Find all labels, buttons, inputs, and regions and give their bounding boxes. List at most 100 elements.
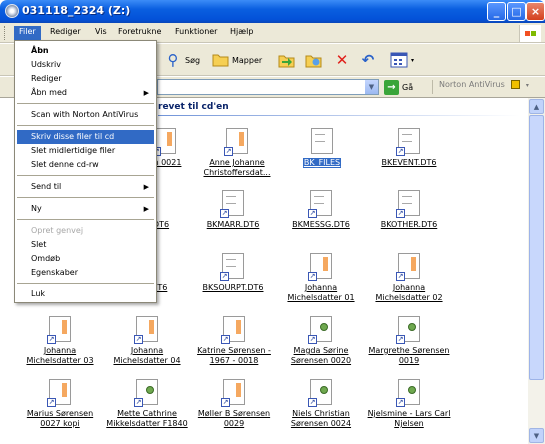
file-item[interactable]: ↗ Johanna Michelsdatter 04 [104,316,190,366]
file-item[interactable]: ↗ Niels Christian Sørensen 0024 [278,379,364,429]
file-item[interactable]: ↗ Katrine Sørensen - 1967 - 0018 [191,316,277,366]
menu-item-write-to-cd[interactable]: Skriv disse filer til cd [17,130,154,144]
file-label: Anne Johanne Christoffersdat... [203,158,271,177]
file-item[interactable]: ↗ Njelsmine - Lars Carl Njelsen [366,379,452,429]
menu-item-edit[interactable]: Rediger [17,72,154,86]
program-shortcut-icon: ↗ [308,379,332,407]
file-item[interactable]: ↗ BKEVENT.DT6 [366,128,452,168]
folder-icon [211,51,229,69]
move-to-button[interactable] [278,49,296,71]
menu-item-rename[interactable]: Omdøb [17,252,154,266]
menu-funktioner[interactable]: Funktioner [170,26,222,40]
menu-separator [17,175,154,176]
norton-dropdown-arrow-icon[interactable]: ▾ [526,82,529,89]
menu-separator [17,125,154,126]
document-shortcut-icon: ↗ [396,253,420,281]
section-divider [158,115,520,116]
scroll-down-arrow-icon[interactable]: ▼ [529,428,544,443]
menu-item-label: Luk [31,289,46,298]
menu-item-label: Send til [31,182,62,191]
file-item[interactable]: ↗ Margrethe Sørensen 0019 [366,316,452,366]
document-shortcut-icon: ↗ [221,379,245,407]
file-label: Katrine Sørensen - 1967 - 0018 [197,346,271,365]
search-button[interactable]: ⚲ Søg [164,49,201,71]
scroll-up-arrow-icon[interactable]: ▲ [529,99,544,114]
file-label: BKEVENT.DT6 [381,158,437,167]
norton-antivirus-toolbar[interactable]: Norton AntiVirus ▾ [432,80,529,94]
menubar-grip[interactable] [4,26,7,40]
undo-button[interactable]: ↶ [359,49,377,71]
file-label: Johanna Michelsdatter 03 [26,346,94,365]
menu-rediger[interactable]: Rediger [45,26,86,40]
file-item[interactable]: ↗ Anne Johanne Christoffersdat... [194,128,280,178]
cd-drive-icon[interactable] [5,4,19,18]
file-item[interactable]: ↗ BKOTHER.DT6 [366,190,452,230]
document-shortcut-icon: ↗ [396,190,420,218]
menu-foretrukne[interactable]: Foretrukne [113,26,166,40]
file-item[interactable]: ↗ Johanna Michelsdatter 03 [17,316,103,366]
document-shortcut-icon: ↗ [308,190,332,218]
menu-vis[interactable]: Vis [90,26,112,40]
menu-filer[interactable]: Filer [14,26,41,40]
address-dropdown-icon[interactable]: ▼ [364,80,378,94]
file-item[interactable]: ↗ Marius Sørensen 0027 kopi [17,379,103,429]
menu-item-delete-temp-files[interactable]: Slet midlertidige filer [17,144,154,158]
go-arrow-icon: → [384,79,399,95]
search-label: Søg [185,55,201,65]
copy-to-button[interactable] [305,49,323,71]
file-item[interactable]: ↗ BKSOURPT.DT6 [190,253,276,293]
address-input[interactable]: ▼ [157,79,379,95]
menu-item-delete[interactable]: Slet [17,238,154,252]
file-item[interactable]: BK_FILES [279,128,365,168]
file-label: Marius Sørensen 0027 kopi [26,409,94,428]
scroll-thumb[interactable] [529,115,544,380]
document-shortcut-icon: ↗ [47,316,71,344]
delete-button[interactable]: ✕ [333,49,351,71]
menu-item-scan-norton[interactable]: Scan with Norton AntiVirus [17,108,154,122]
menu-item-send-to[interactable]: Send til ▶ [17,180,154,194]
menu-item-open-with[interactable]: Åbn med ▶ [17,86,154,100]
file-item[interactable]: ↗ BKMESSG.DT6 [278,190,364,230]
file-label: BKMARR.DT6 [206,220,260,229]
close-button[interactable]: × [526,2,545,21]
menu-item-properties[interactable]: Egenskaber [17,266,154,280]
views-icon [390,51,408,69]
file-label: Magda Sørine Sørensen 0020 [290,346,352,365]
file-item[interactable]: ↗ Johanna Michelsdatter 02 [366,253,452,303]
minimize-button[interactable]: _ [487,2,506,21]
file-label: Møller B Sørensen 0029 [197,409,271,428]
menu-item-create-shortcut: Opret genvej [17,224,154,238]
file-item[interactable]: ↗ BKMARR.DT6 [190,190,276,230]
document-shortcut-icon: ↗ [221,316,245,344]
file-item[interactable]: ↗ Johanna Michelsdatter 01 [278,253,364,303]
maximize-button[interactable]: □ [507,2,526,21]
menu-item-label: Slet denne cd-rw [31,160,99,169]
menu-item-erase-cd-rw[interactable]: Slet denne cd-rw [17,158,154,172]
section-header: revet til cd'en [158,102,229,112]
menu-item-new[interactable]: Ny ▶ [17,202,154,216]
menu-item-close[interactable]: Luk [17,287,154,301]
file-item[interactable]: ↗ Mette Cathrine Mikkelsdatter F1840 [104,379,190,429]
folders-button[interactable]: Mapper [211,49,262,71]
file-label: BKMESSG.DT6 [292,220,350,229]
views-dropdown-arrow-icon[interactable]: ▾ [411,57,414,64]
window-title: 031118_2324 (Z:) [22,4,131,17]
title-bar[interactable]: 031118_2324 (Z:) _ □ × [0,0,545,23]
go-button[interactable]: → Gå [384,79,413,95]
views-button[interactable]: ▾ [390,49,414,71]
menu-item-label: Åbn med [31,88,67,97]
menu-item-label: Opret genvej [31,226,84,235]
file-label: BKSOURPT.DT6 [202,283,264,292]
file-item[interactable]: ↗ Magda Sørine Sørensen 0020 [278,316,364,366]
vertical-scrollbar[interactable]: ▲ ▼ [528,98,545,444]
menu-hjaelp[interactable]: Hjælp [225,26,258,40]
file-menu-dropdown: Åbn Udskriv Rediger Åbn med ▶ Scan with N… [14,40,157,303]
submenu-arrow-icon: ▶ [143,205,149,213]
program-shortcut-icon: ↗ [308,316,332,344]
file-item[interactable]: ↗ Møller B Sørensen 0029 [191,379,277,429]
menu-item-open[interactable]: Åbn [17,44,154,58]
magnifier-icon: ⚲ [167,51,179,69]
delete-x-icon: ✕ [335,51,349,69]
file-label: Johanna Michelsdatter 02 [375,283,443,302]
menu-item-print[interactable]: Udskriv [17,58,154,72]
